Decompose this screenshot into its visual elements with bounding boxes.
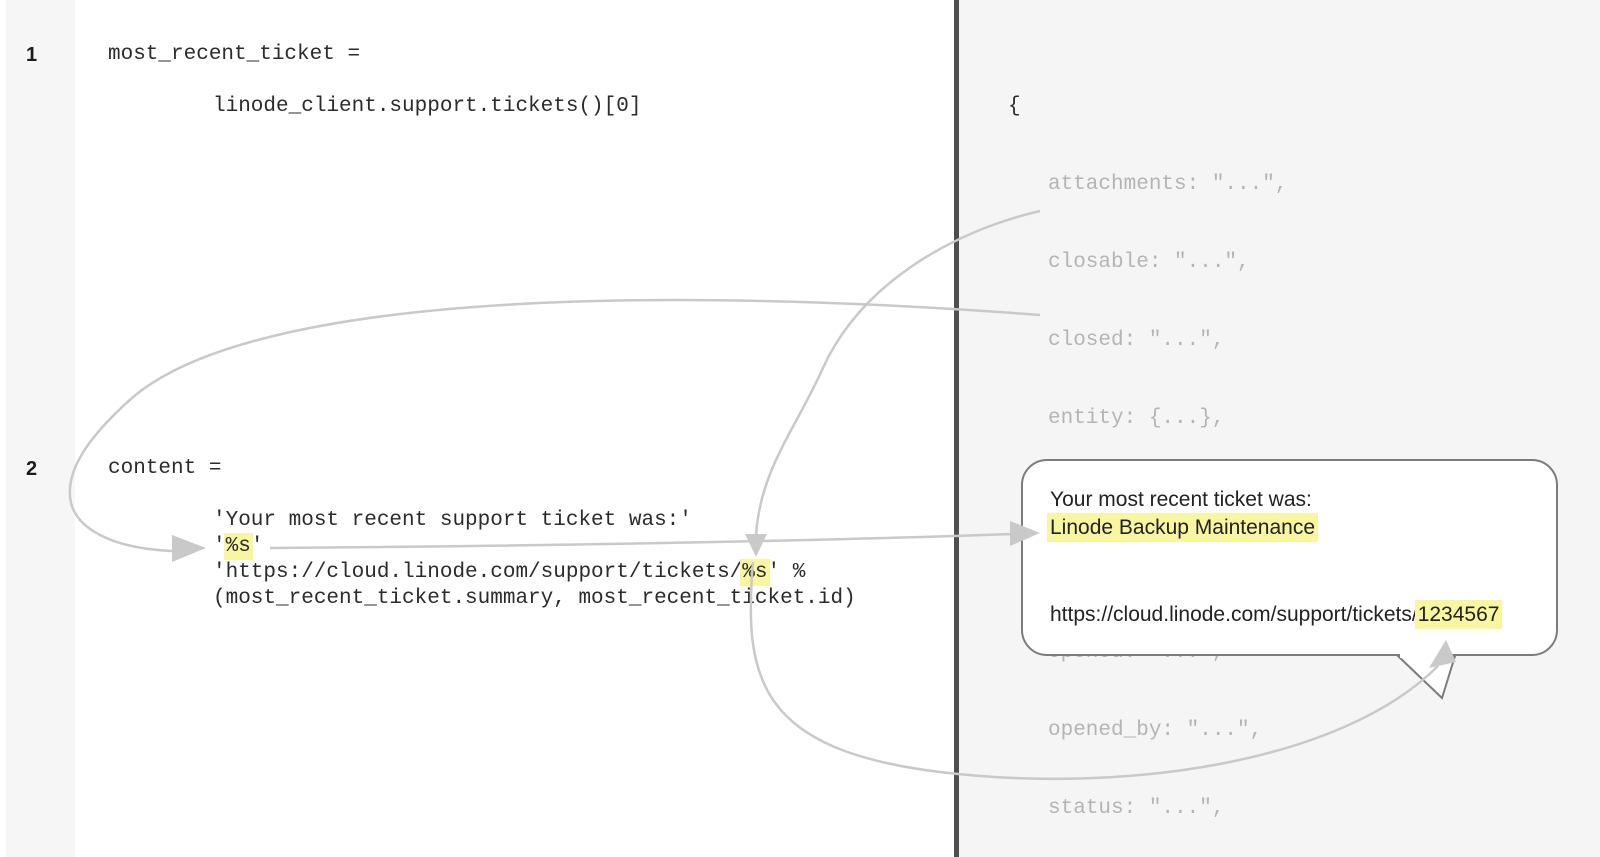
code-line-1-assignment: most_recent_ticket = xyxy=(108,42,360,68)
json-field-attachments: attachments: "...", xyxy=(1008,172,1514,198)
url-prefix: https://cloud.linode.com/support/tickets… xyxy=(1050,603,1418,626)
code-text: (most_recent_ticket.summary, most_recent… xyxy=(213,587,856,610)
code-line-1-value: linode_client.support.tickets()[0] xyxy=(213,94,641,120)
bubble-intro-text: Your most recent ticket was: xyxy=(1050,486,1312,513)
line-number-gutter: 1 2 xyxy=(6,0,75,857)
json-field-status: status: "...", xyxy=(1008,796,1514,822)
code-text: most_recent_ticket = xyxy=(108,43,360,66)
bubble-url-text: https://cloud.linode.com/support/tickets… xyxy=(1050,601,1499,628)
json-open-brace: { xyxy=(1008,94,1514,120)
code-line-2-assignment: content = xyxy=(108,456,221,482)
ticket-id-output-highlight: 1234567 xyxy=(1418,603,1500,626)
json-field-closable: closable: "...", xyxy=(1008,250,1514,276)
line-number-2: 2 xyxy=(26,456,66,482)
code-line-2-string3: 'https://cloud.linode.com/support/ticket… xyxy=(213,560,805,586)
code-text: 'Your most recent support ticket was:' xyxy=(213,509,692,532)
code-text: linode_client.support.tickets()[0] xyxy=(213,95,641,118)
json-field-opened-by: opened_by: "...", xyxy=(1008,718,1514,744)
code-text: ' xyxy=(251,535,264,558)
json-field-closed: closed: "...", xyxy=(1008,328,1514,354)
code-line-2-string2: '%s' xyxy=(213,534,263,560)
bubble-summary-text: Linode Backup Maintenance xyxy=(1050,514,1315,541)
code-line-2-arguments: (most_recent_ticket.summary, most_recent… xyxy=(213,586,856,612)
code-text: 'https://cloud.linode.com/support/ticket… xyxy=(213,561,742,584)
code-line-2-string1: 'Your most recent support ticket was:' xyxy=(213,508,692,534)
id-placeholder: %s xyxy=(742,561,767,584)
line-number-1: 1 xyxy=(26,42,66,68)
code-text: ' xyxy=(213,535,226,558)
code-text: content = xyxy=(108,457,221,480)
summary-output-highlight: Linode Backup Maintenance xyxy=(1050,516,1315,539)
ticket-object-listing: { attachments: "...", closable: "...", c… xyxy=(1008,42,1514,857)
json-field-entity: entity: {...}, xyxy=(1008,406,1514,432)
panel-divider xyxy=(954,0,959,857)
code-annotation-diagram: 1 2 most_recent_ticket = linode_client.s… xyxy=(0,0,1600,857)
summary-placeholder: %s xyxy=(226,535,251,558)
code-text: ' % xyxy=(768,561,806,584)
